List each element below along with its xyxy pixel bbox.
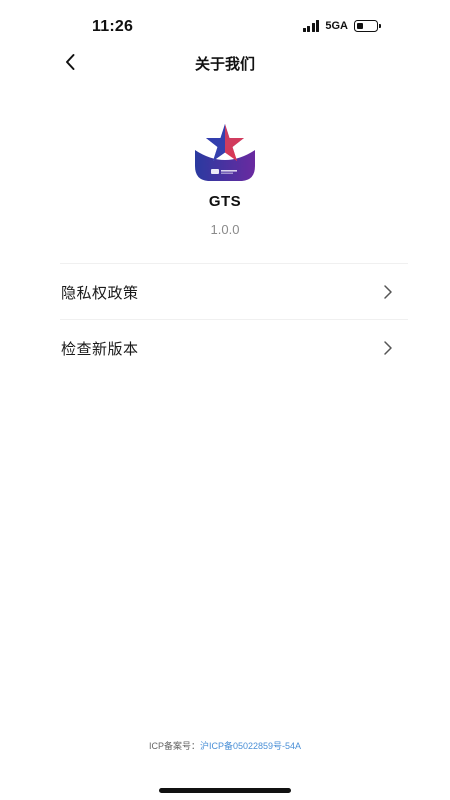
menu-item-label: 隐私权政策 [61,285,139,302]
app-version: 1.0.0 [210,222,240,237]
signal-icon [302,20,320,32]
check-update-item[interactable]: 检查新版本 [60,319,408,375]
status-time: 11:26 [92,18,134,35]
icp-label: ICP备案号： [148,741,200,751]
settings-menu: 隐私权政策 检查新版本 [60,263,408,375]
icp-footer: ICP备案号：沪ICP备05022859号-54A [0,739,450,752]
home-indicator[interactable] [159,788,291,793]
chevron-right-icon [384,285,392,299]
network-label: 5GA [325,20,348,32]
page-title: 关于我们 [194,56,255,73]
app-logo [195,124,255,181]
status-bar: 11:26 5GA [0,0,450,50]
menu-item-label: 检查新版本 [61,341,139,358]
privacy-policy-item[interactable]: 隐私权政策 [60,263,408,319]
chevron-right-icon [384,341,392,355]
app-name: GTS [208,193,242,210]
nav-bar: 关于我们 [0,44,450,84]
status-indicators: 5GA [302,20,381,32]
battery-icon [354,20,381,32]
icp-number-link[interactable]: 沪ICP备05022859号-54A [200,741,301,751]
